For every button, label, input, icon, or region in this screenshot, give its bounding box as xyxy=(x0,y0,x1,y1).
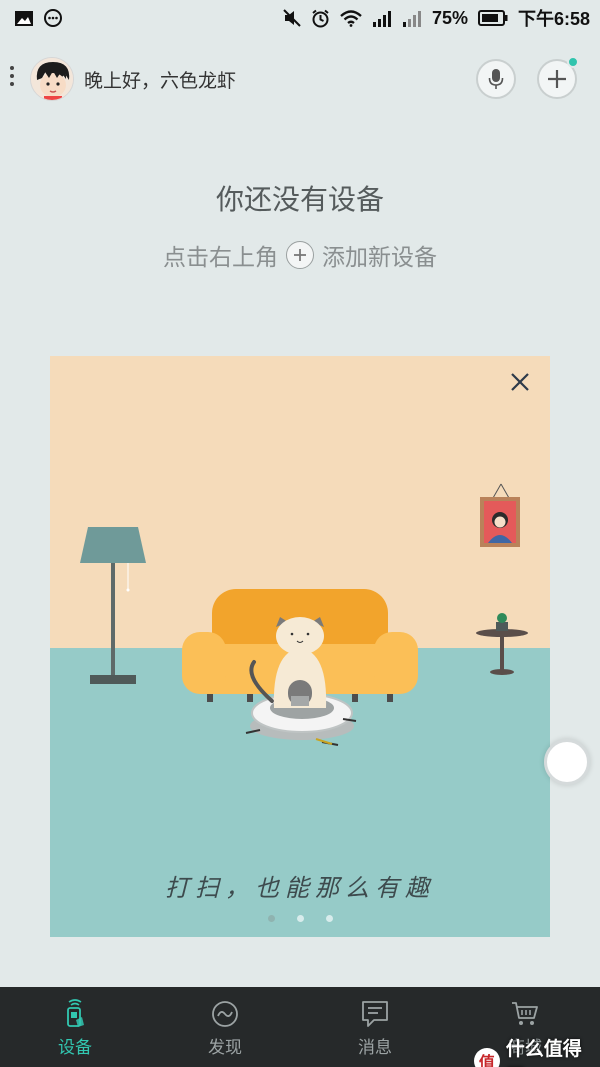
assistive-touch-button[interactable] xyxy=(544,739,590,785)
discover-icon xyxy=(212,1001,238,1027)
banner-caption: 打扫，也能那么有趣 xyxy=(165,874,435,902)
tab-devices-label: 设备 xyxy=(58,1038,92,1058)
app-header: 晚上好，六色龙虾 xyxy=(0,48,600,108)
voice-button[interactable] xyxy=(476,59,516,99)
battery-percent: 75% xyxy=(431,7,468,28)
signal-icon xyxy=(372,10,392,27)
tab-discover[interactable]: 发现 xyxy=(150,987,300,1067)
empty-state-title: 你还没有设备 xyxy=(215,183,384,216)
watermark-text: 什么值得买 xyxy=(505,1038,582,1067)
avatar[interactable] xyxy=(30,57,74,101)
carousel-dot[interactable] xyxy=(296,915,304,922)
alarm-icon xyxy=(311,9,330,28)
notification-dot xyxy=(567,56,579,68)
image-icon xyxy=(14,10,34,27)
greeting-text: 晚上好，六色龙虾 xyxy=(84,70,237,92)
hint-text-after: 添加新设备 xyxy=(322,245,437,271)
plus-icon xyxy=(286,241,314,269)
watermark: 值 什么值得买 xyxy=(474,1034,600,1067)
empty-state-hint: 点击右上角 添加新设备 xyxy=(0,238,600,272)
tab-devices[interactable]: 设备 xyxy=(0,987,150,1067)
battery-icon xyxy=(477,10,508,26)
tab-discover-label: 发现 xyxy=(208,1038,242,1058)
message-icon xyxy=(44,9,62,27)
signal-icon xyxy=(402,10,422,27)
clock: 下午6:58 xyxy=(517,9,590,29)
carousel-dots[interactable] xyxy=(50,915,550,922)
cart-icon xyxy=(512,1002,538,1025)
mic-icon xyxy=(488,69,504,89)
watermark-badge: 值 xyxy=(474,1048,500,1067)
tab-messages[interactable]: 消息 xyxy=(300,987,450,1067)
device-icon xyxy=(67,999,84,1027)
mute-icon xyxy=(283,9,301,27)
status-bar: 75% 下午6:58 xyxy=(0,0,600,36)
message-bubble-icon xyxy=(362,1001,388,1027)
carousel-dot[interactable] xyxy=(325,915,333,922)
hint-text-before: 点击右上角 xyxy=(163,245,278,271)
menu-dots-icon[interactable] xyxy=(8,66,16,90)
wifi-icon xyxy=(340,9,362,27)
carousel-dot[interactable] xyxy=(267,915,275,922)
promo-banner[interactable]: 打扫，也能那么有趣 xyxy=(50,356,550,937)
tab-messages-label: 消息 xyxy=(358,1038,392,1058)
close-banner-icon[interactable] xyxy=(506,368,534,396)
add-device-button[interactable] xyxy=(537,56,579,99)
plus-icon xyxy=(548,70,566,88)
banner-illustration xyxy=(50,356,550,937)
